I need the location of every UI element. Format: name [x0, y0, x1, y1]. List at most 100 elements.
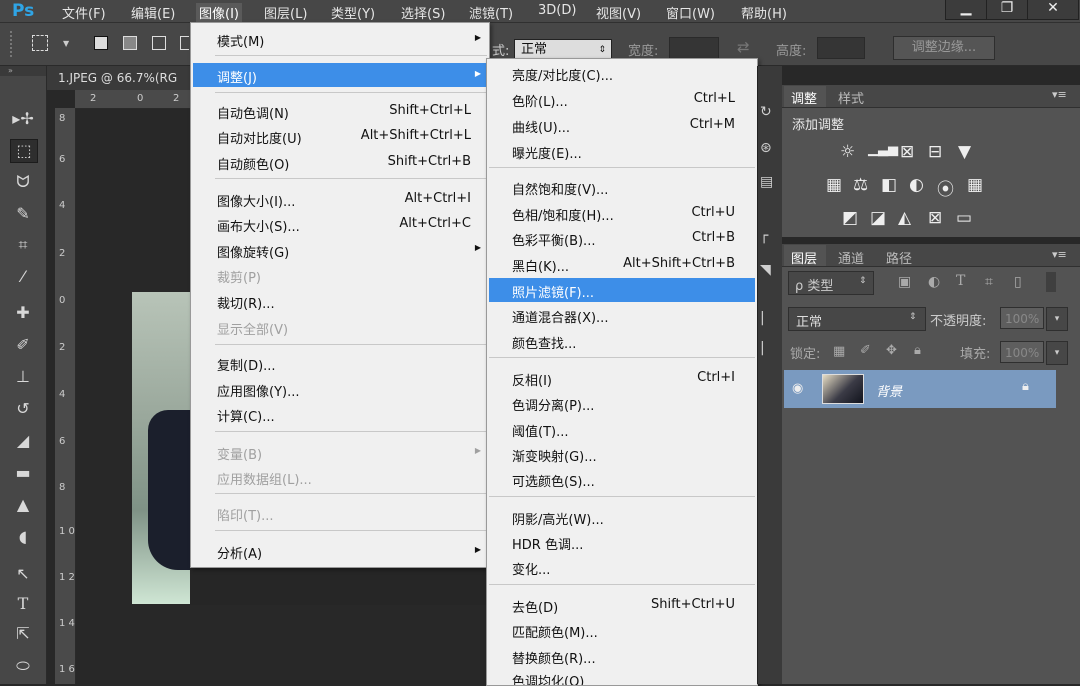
selective-color-adjustment-icon[interactable]: ⊠	[928, 208, 942, 228]
crop-tool-icon[interactable]: ⌗	[10, 234, 36, 256]
submenu-item-black-white[interactable]: 黑白(K)...	[512, 256, 569, 275]
close-button[interactable]: ✕	[1027, 0, 1079, 20]
quick-selection-tool-icon[interactable]: ✎	[10, 203, 36, 225]
menu-image[interactable]: 图像(I)	[196, 3, 242, 22]
submenu-item-color-balance[interactable]: 色彩平衡(B)...	[512, 230, 595, 249]
marquee-tool-icon[interactable]	[32, 35, 48, 51]
marquee-tool-icon[interactable]: ⬚	[10, 139, 38, 163]
submenu-item-vibrance[interactable]: 自然饱和度(V)...	[512, 179, 608, 198]
filter-toggle-switch[interactable]	[1046, 272, 1056, 292]
color-panel-icon[interactable]: ⊛	[760, 140, 772, 156]
swatches-panel-icon[interactable]: ▤	[760, 174, 773, 190]
submenu-item-channel-mixer[interactable]: 通道混合器(X)...	[512, 307, 608, 326]
submenu-item-photo-filter[interactable]: 照片滤镜(F)...	[512, 282, 594, 301]
submenu-item-hue-saturation[interactable]: 色相/饱和度(H)...	[512, 205, 614, 224]
tools-collapse-icon[interactable]: »	[0, 66, 46, 76]
submenu-item-variations[interactable]: 变化...	[512, 559, 550, 578]
options-grip[interactable]	[10, 31, 16, 57]
tab-channels[interactable]: 通道	[838, 248, 864, 267]
blend-mode-select[interactable]: 正常 ⇕	[788, 307, 926, 331]
direct-selection-tool-icon[interactable]: ⇱	[10, 623, 36, 645]
lock-position-icon[interactable]: ✥	[886, 343, 897, 358]
color-lookup-adjustment-icon[interactable]: ▦	[967, 175, 983, 195]
threshold-adjustment-icon[interactable]: ◭	[898, 208, 911, 228]
swap-icon[interactable]: ⇄	[737, 38, 750, 56]
subtract-selection-icon[interactable]	[152, 36, 166, 50]
tool-preset-dropdown-icon[interactable]: ▼	[63, 39, 69, 48]
submenu-item-exposure[interactable]: 曝光度(E)...	[512, 143, 582, 162]
menu-item-adjust[interactable]: 调整(J)	[217, 67, 257, 86]
clone-source-panel-icon[interactable]: ◥	[760, 262, 771, 278]
ellipse-tool-icon[interactable]: ⬭	[10, 655, 36, 677]
menu-item-canvas-size[interactable]: 画布大小(S)...	[217, 216, 300, 235]
panel-menu-icon[interactable]: ▾≡	[1052, 248, 1067, 261]
hue-saturation-adjustment-icon[interactable]: ▦	[826, 175, 842, 195]
submenu-item-threshold[interactable]: 阈值(T)...	[512, 421, 568, 440]
tab-paths[interactable]: 路径	[886, 248, 912, 267]
healing-brush-tool-icon[interactable]: ✚	[10, 302, 36, 324]
menu-layer[interactable]: 图层(L)	[264, 3, 307, 22]
black-white-adjustment-icon[interactable]: ◧	[881, 175, 897, 195]
filter-adjustment-icon[interactable]: ◐	[928, 274, 940, 290]
intersect-selection-icon[interactable]	[180, 36, 189, 50]
type-tool-icon[interactable]: T	[10, 593, 36, 615]
color-balance-adjustment-icon[interactable]: ⚖	[853, 175, 868, 195]
menu-item-image-size[interactable]: 图像大小(I)...	[217, 191, 295, 210]
menu-item-auto-tone[interactable]: 自动色调(N)	[217, 103, 289, 122]
opacity-dropdown-icon[interactable]: ▾	[1046, 307, 1068, 331]
move-tool-icon[interactable]: ▸✢	[10, 108, 36, 130]
clone-stamp-tool-icon[interactable]: ⊥	[10, 366, 36, 388]
submenu-item-posterize[interactable]: 色调分离(P)...	[512, 395, 594, 414]
fill-input[interactable]: 100%	[1000, 341, 1044, 363]
submenu-item-selective-color[interactable]: 可选颜色(S)...	[512, 471, 595, 490]
photo-filter-adjustment-icon[interactable]: ◐	[909, 175, 924, 195]
submenu-item-brightness-contrast[interactable]: 亮度/对比度(C)...	[512, 65, 613, 84]
invert-adjustment-icon[interactable]: ◩	[842, 208, 858, 228]
vibrance-adjustment-icon[interactable]: ▼	[958, 142, 971, 162]
tab-adjustments[interactable]: 调整	[791, 88, 817, 107]
refine-edge-button[interactable]: 调整边缘...	[893, 36, 995, 60]
menu-item-apply-image[interactable]: 应用图像(Y)...	[217, 381, 299, 400]
eraser-tool-icon[interactable]: ◢	[10, 430, 36, 452]
path-selection-tool-icon[interactable]: ↖	[10, 563, 36, 585]
menu-type[interactable]: 类型(Y)	[331, 3, 375, 22]
menu-item-auto-contrast[interactable]: 自动对比度(U)	[217, 128, 302, 147]
menu-help[interactable]: 帮助(H)	[741, 3, 787, 22]
menu-item-analysis[interactable]: 分析(A)	[217, 543, 262, 562]
height-input[interactable]	[817, 37, 865, 59]
menu-file[interactable]: 文件(F)	[62, 3, 106, 22]
menu-select[interactable]: 选择(S)	[401, 3, 445, 22]
menu-filter[interactable]: 滤镜(T)	[469, 3, 513, 22]
menu-item-calculations[interactable]: 计算(C)...	[217, 406, 275, 425]
restore-button[interactable]: ❐	[986, 0, 1028, 20]
history-panel-icon[interactable]: ↻	[760, 104, 772, 120]
blur-tool-icon[interactable]: ▲	[10, 494, 36, 516]
gradient-tool-icon[interactable]: ▬	[10, 462, 36, 484]
lock-transparent-icon[interactable]: ▦	[833, 344, 845, 359]
menu-item-duplicate[interactable]: 复制(D)...	[217, 355, 276, 374]
lock-image-icon[interactable]: ✐	[860, 343, 871, 358]
submenu-item-levels[interactable]: 色阶(L)...	[512, 91, 568, 110]
minimize-button[interactable]: ▁	[945, 0, 987, 20]
fill-dropdown-icon[interactable]: ▾	[1046, 341, 1068, 365]
character-panel-icon[interactable]: |	[760, 310, 765, 326]
submenu-item-gradient-map[interactable]: 渐变映射(G)...	[512, 446, 597, 465]
lock-all-icon[interactable]: 🔒︎	[914, 343, 921, 358]
paragraph-panel-icon[interactable]: |	[760, 340, 765, 356]
filter-pixel-icon[interactable]: ▣	[898, 274, 911, 290]
history-brush-tool-icon[interactable]: ↺	[10, 398, 36, 420]
filter-shape-icon[interactable]: ⌗	[985, 274, 993, 290]
levels-adjustment-icon[interactable]: ▁▃▅	[868, 142, 898, 157]
gradient-map-adjustment-icon[interactable]: ▭	[956, 208, 972, 228]
channel-mixer-adjustment-icon[interactable]: ⦿	[937, 175, 954, 200]
lasso-tool-icon[interactable]: ᗢ	[10, 171, 36, 193]
opacity-input[interactable]: 100%	[1000, 307, 1044, 329]
layer-name[interactable]: 背景	[876, 381, 902, 400]
filter-smart-object-icon[interactable]: ▯	[1014, 274, 1022, 290]
curves-adjustment-icon[interactable]: ⊠	[900, 142, 914, 162]
document-tab[interactable]: 1.JPEG @ 66.7%(RG	[58, 71, 177, 85]
add-selection-icon[interactable]	[123, 36, 137, 50]
exposure-adjustment-icon[interactable]: ⊟	[928, 142, 942, 162]
layer-filter-select[interactable]: ρ 类型 ⇕	[788, 271, 874, 295]
menu-view[interactable]: 视图(V)	[596, 3, 641, 22]
